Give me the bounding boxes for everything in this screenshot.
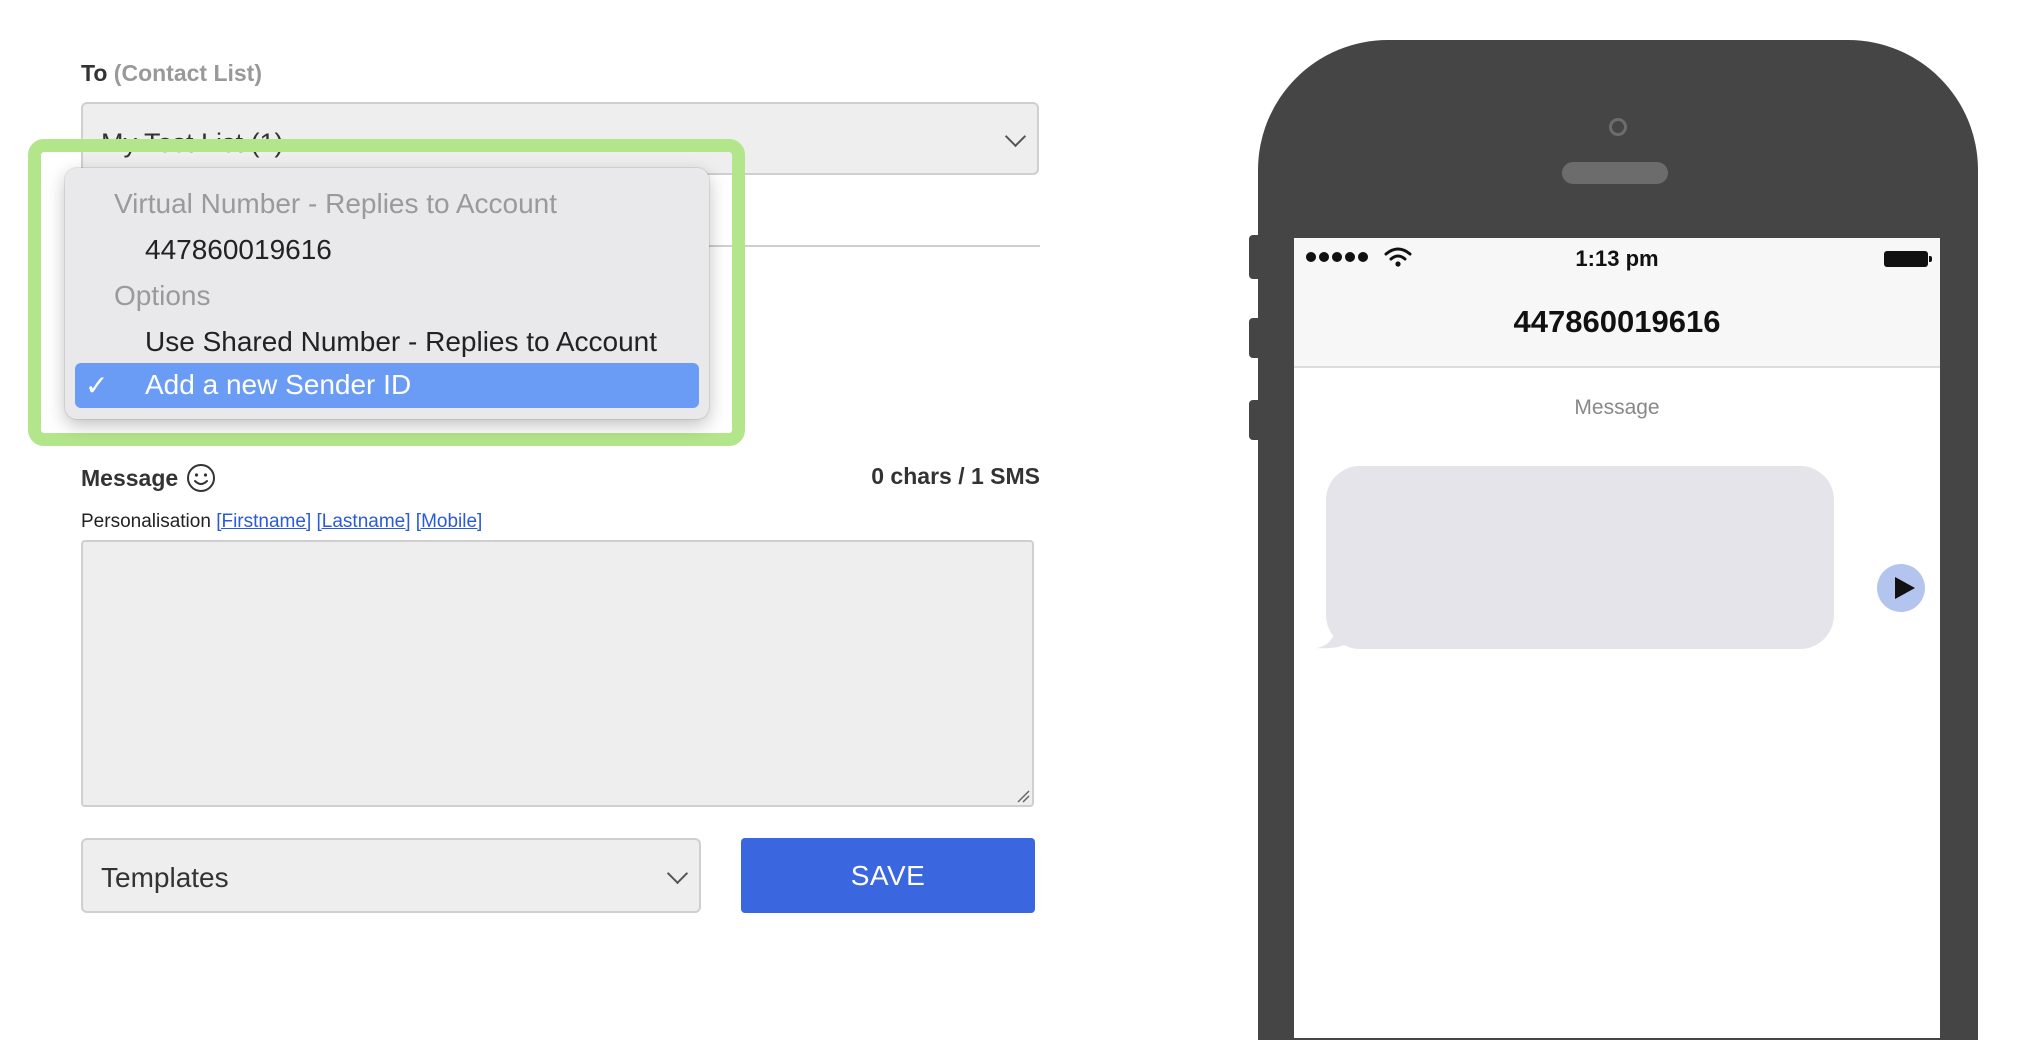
contact-list-hint: (Contact List) <box>113 60 263 86</box>
status-time: 1:13 pm <box>1575 246 1659 271</box>
templates-select[interactable]: Templates <box>81 838 701 913</box>
option-add-sender-id[interactable]: ✓ Add a new Sender ID <box>75 363 699 408</box>
to-label: To (Contact List) <box>81 60 262 87</box>
optgroup-options: Options <box>114 280 211 311</box>
status-bar: 1:13 pm <box>1294 238 1940 278</box>
message-label-text: Message <box>81 464 179 491</box>
phone-screen: 1:13 pm 447860019616 Message <box>1294 238 1940 1038</box>
sender-dropdown-menu: Virtual Number - Replies to Account 4478… <box>65 168 709 419</box>
conversation-header: 447860019616 <box>1294 278 1940 368</box>
message-label: Message <box>81 463 216 493</box>
option-shared-number[interactable]: Use Shared Number - Replies to Account <box>145 326 657 358</box>
option-virtual-number[interactable]: 447860019616 <box>145 234 332 266</box>
option-add-sender-id-label: Add a new Sender ID <box>145 369 412 400</box>
to-label-text: To <box>81 60 108 86</box>
tag-lastname[interactable]: [Lastname] <box>317 511 411 532</box>
char-count: 0 chars / 1 SMS <box>871 463 1040 489</box>
chevron-down-icon <box>666 862 689 885</box>
save-button[interactable]: SAVE <box>741 838 1035 913</box>
message-bubble <box>1326 466 1834 649</box>
optgroup-virtual-number: Virtual Number - Replies to Account <box>114 188 558 219</box>
chevron-down-icon <box>1004 125 1027 148</box>
sender-field-underline <box>700 245 1040 247</box>
resize-handle-icon[interactable] <box>1016 789 1030 803</box>
camera-icon <box>1609 118 1627 136</box>
checkmark-icon: ✓ <box>85 370 109 401</box>
message-textarea[interactable] <box>81 540 1034 807</box>
battery-icon <box>1884 251 1932 267</box>
emoji-icon[interactable] <box>186 463 216 493</box>
templates-value: Templates <box>101 862 229 893</box>
message-caption: Message <box>1574 396 1660 419</box>
speaker-grille <box>1562 162 1668 184</box>
personalisation-row: Personalisation [Firstname] [Lastname] [… <box>81 511 482 533</box>
mute-switch <box>1249 235 1259 279</box>
tag-mobile[interactable]: [Mobile] <box>416 511 483 532</box>
conversation-contact: 447860019616 <box>1513 304 1721 339</box>
personalisation-label: Personalisation <box>81 511 211 532</box>
volume-up-button <box>1249 318 1259 358</box>
volume-down-button <box>1249 400 1259 440</box>
tag-firstname[interactable]: [Firstname] <box>216 511 311 532</box>
send-play-icon[interactable] <box>1877 564 1925 612</box>
